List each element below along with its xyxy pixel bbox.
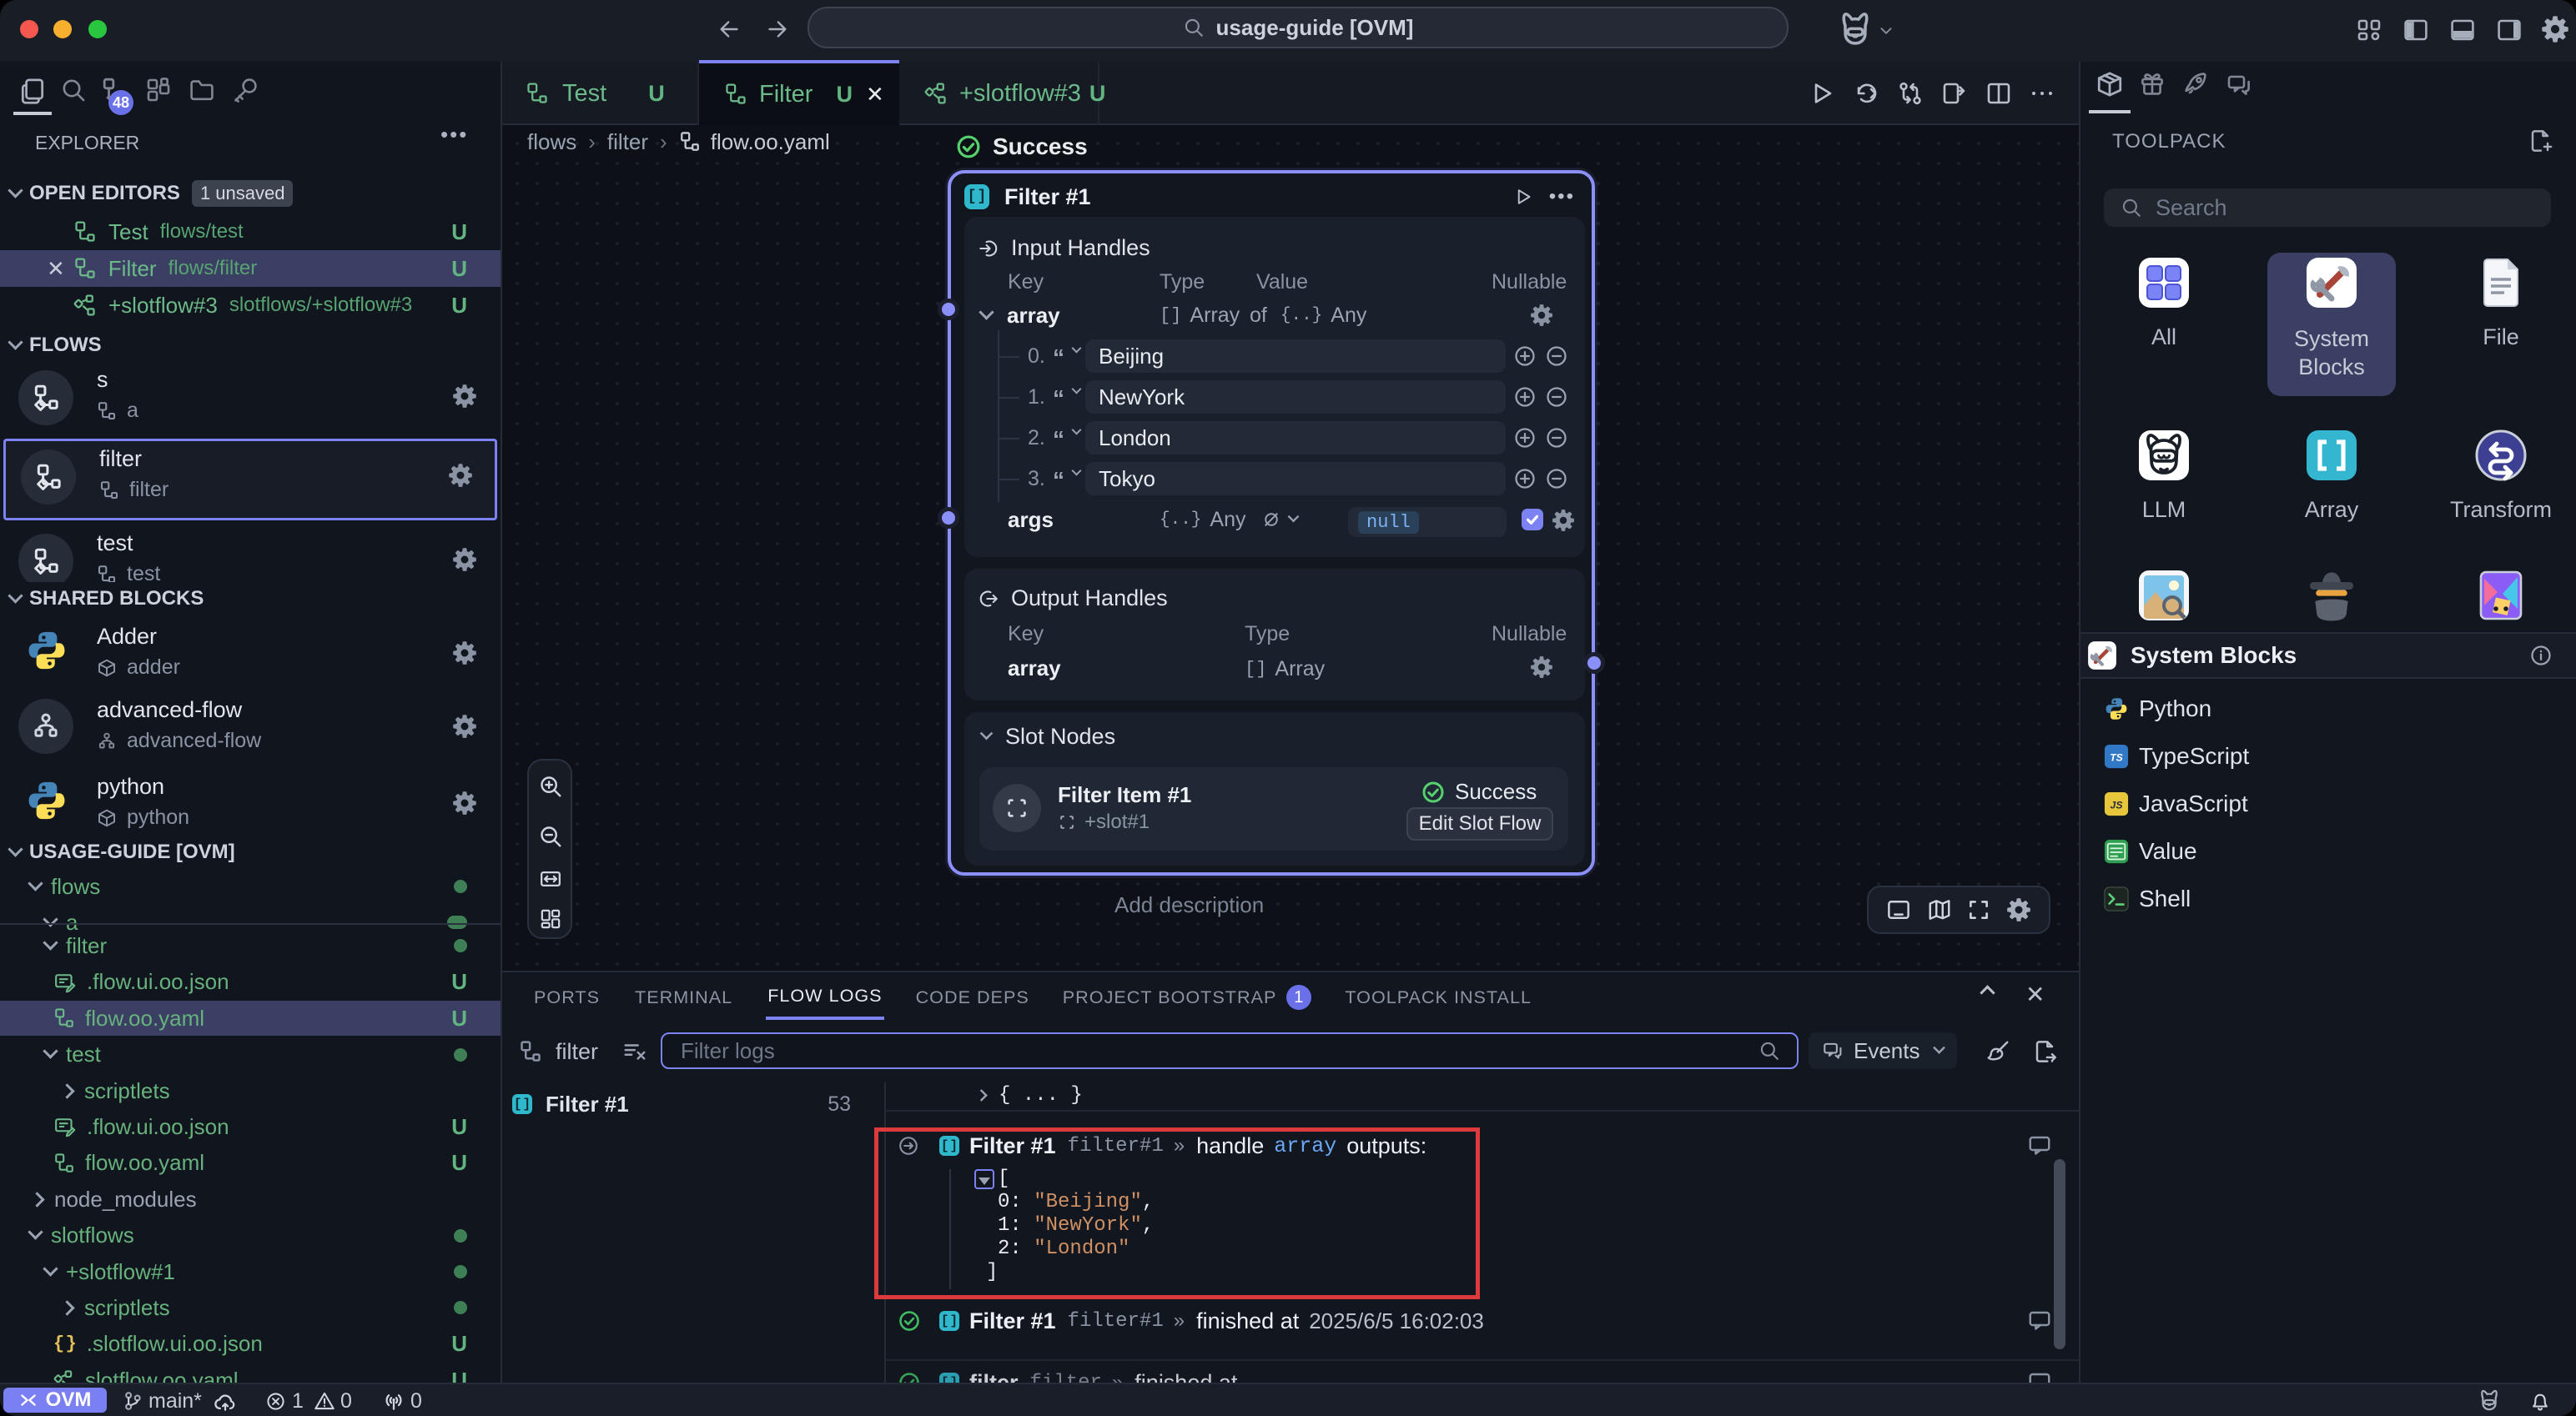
svg-text:TS: TS <box>2110 752 2123 764</box>
svg-text:JS: JS <box>2111 800 2123 811</box>
